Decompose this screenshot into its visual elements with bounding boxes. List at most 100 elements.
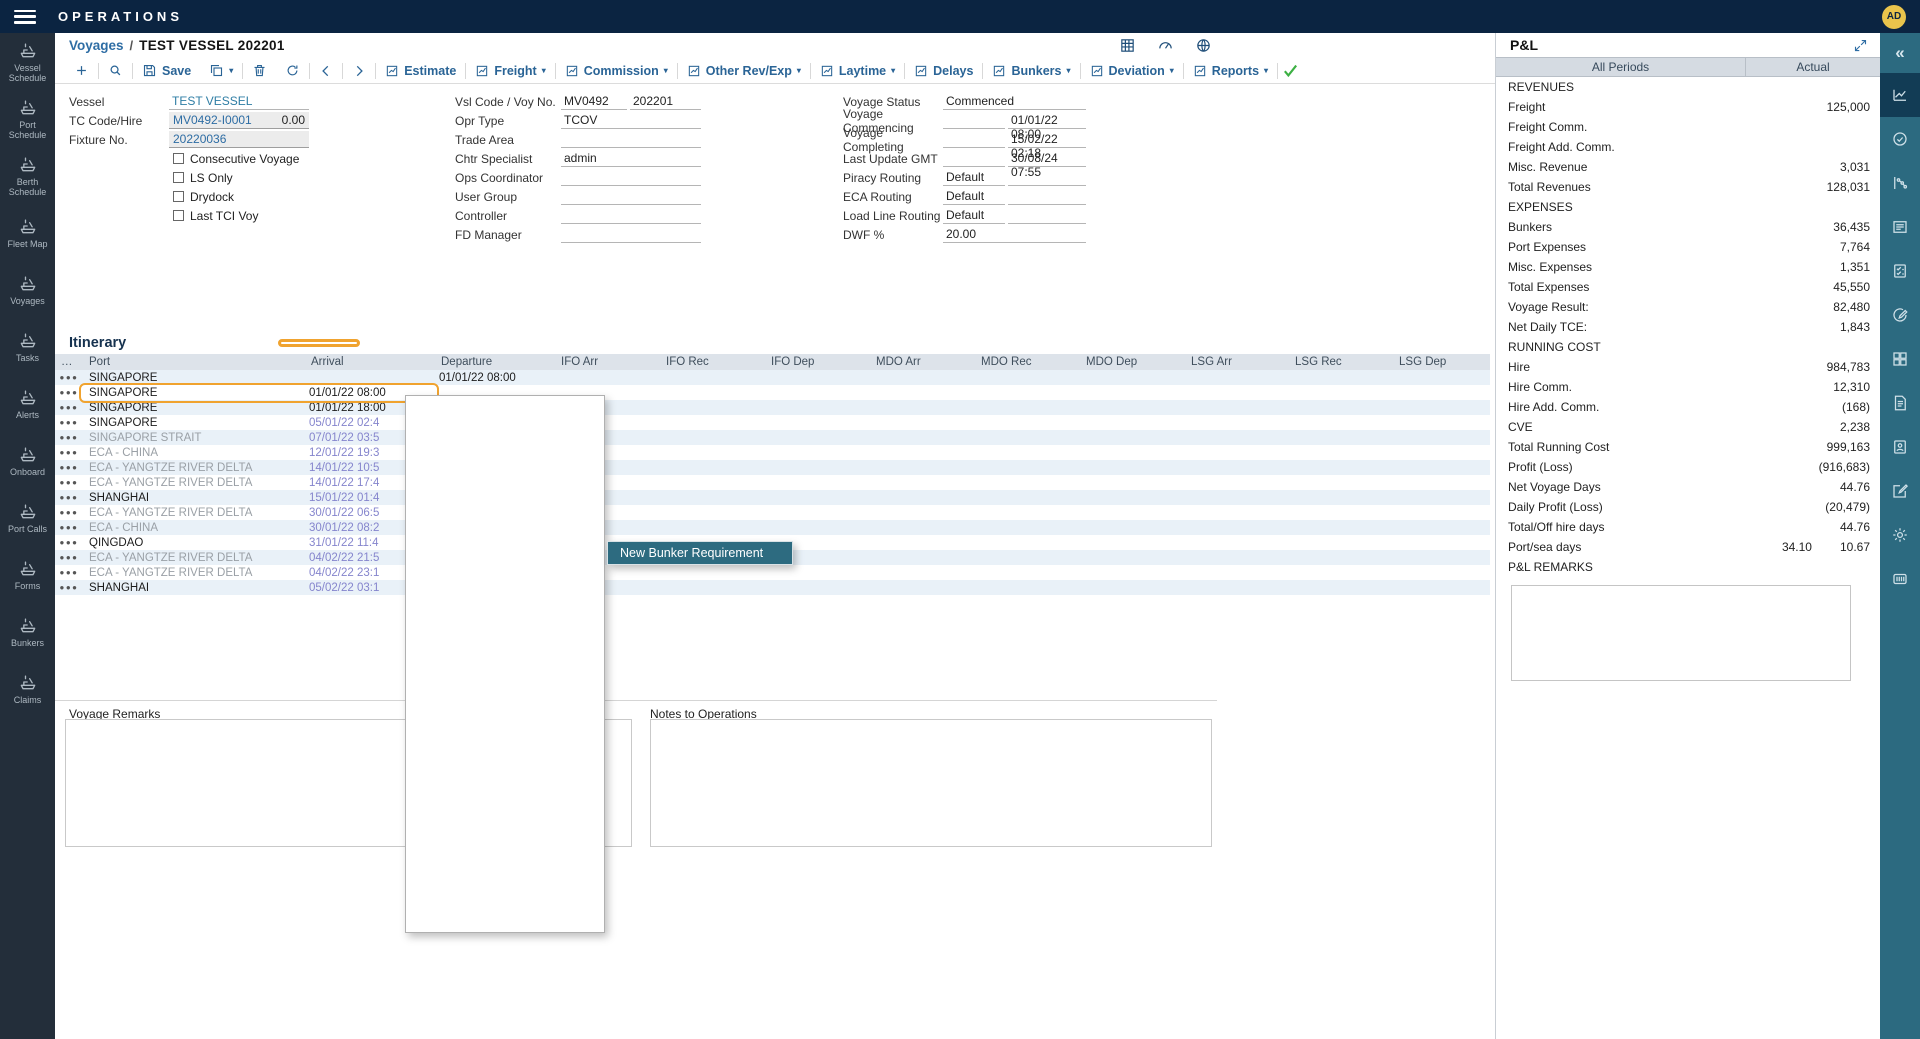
row-menu-icon[interactable]: ●●●: [55, 373, 83, 382]
compose-icon[interactable]: [1880, 469, 1920, 513]
field-value[interactable]: [943, 131, 1005, 148]
col-lsg-arr[interactable]: LSG Arr: [1185, 356, 1289, 368]
itinerary-row[interactable]: ●●● SINGAPORE 01/01/22 08:00: [55, 385, 1490, 400]
sidebar-item[interactable]: Port Calls: [0, 489, 55, 546]
context-menu-item[interactable]: [406, 576, 604, 598]
field-value[interactable]: 202201: [630, 93, 701, 110]
field-value[interactable]: [1008, 207, 1086, 224]
sidebar-item[interactable]: Port Schedule: [0, 90, 55, 147]
context-menu-item[interactable]: [406, 664, 604, 686]
context-menu-item[interactable]: [406, 906, 604, 928]
row-menu-icon[interactable]: ●●●: [55, 403, 83, 412]
row-menu-icon[interactable]: ●●●: [55, 553, 83, 562]
itinerary-row[interactable]: ●●● SHANGHAI 05/02/22 03:1: [55, 580, 1490, 595]
field-value[interactable]: admin: [561, 150, 701, 167]
toolbar-menu-button[interactable]: Freight ▾: [466, 64, 554, 78]
context-menu-item[interactable]: [406, 598, 604, 620]
col-ifo-arr[interactable]: IFO Arr: [555, 356, 660, 368]
context-menu-item[interactable]: [406, 422, 604, 444]
approve-circle-icon[interactable]: [1880, 117, 1920, 161]
delete-button[interactable]: [243, 63, 276, 78]
next-button[interactable]: [343, 64, 375, 78]
itinerary-row[interactable]: ●●● SHANGHAI 15/01/22 01:4: [55, 490, 1490, 505]
col-mdo-dep[interactable]: MDO Dep: [1080, 356, 1185, 368]
sidebar-item[interactable]: Alerts: [0, 375, 55, 432]
context-menu-item[interactable]: [406, 840, 604, 862]
port-cell[interactable]: SHANGHAI: [83, 492, 305, 504]
row-menu-icon[interactable]: ●●●: [55, 583, 83, 592]
checklist-icon[interactable]: [1880, 249, 1920, 293]
itinerary-row[interactable]: ●●● ECA - YANGTZE RIVER DELTA 04/02/22 2…: [55, 565, 1490, 580]
row-menu-icon[interactable]: ●●●: [55, 463, 83, 472]
fixture-field[interactable]: 20220036: [169, 131, 309, 148]
field-value[interactable]: TCOV: [561, 112, 701, 129]
user-avatar[interactable]: AD: [1882, 5, 1906, 29]
col-lsg-dep[interactable]: LSG Dep: [1393, 356, 1490, 368]
field-value[interactable]: Default: [943, 169, 1005, 186]
itinerary-row[interactable]: ●●● ECA - YANGTZE RIVER DELTA 14/01/22 1…: [55, 460, 1490, 475]
field-value[interactable]: [561, 207, 701, 224]
context-menu-item[interactable]: [406, 686, 604, 708]
port-cell[interactable]: SINGAPORE: [83, 402, 305, 414]
refresh-button[interactable]: [276, 63, 309, 78]
port-cell[interactable]: ECA - CHINA: [83, 447, 305, 459]
context-menu-item[interactable]: [406, 620, 604, 642]
search-button[interactable]: [99, 63, 132, 78]
sidebar-item[interactable]: Tasks: [0, 318, 55, 375]
row-menu-icon[interactable]: ●●●: [55, 568, 83, 577]
port-cell[interactable]: ECA - YANGTZE RIVER DELTA: [83, 462, 305, 474]
context-menu-item[interactable]: [406, 862, 604, 884]
field-value[interactable]: 01/01/22 08:00: [1008, 112, 1086, 129]
col-ifo-rec[interactable]: IFO Rec: [660, 356, 765, 368]
sidebar-item[interactable]: Berth Schedule: [0, 147, 55, 204]
sidebar-item[interactable]: Voyages: [0, 261, 55, 318]
context-menu-item[interactable]: [406, 400, 604, 422]
copy-button[interactable]: ▾: [200, 63, 242, 78]
col-departure[interactable]: Departure: [435, 356, 555, 368]
toolbar-menu-button[interactable]: Estimate ▾: [376, 64, 465, 78]
port-cell[interactable]: ECA - YANGTZE RIVER DELTA: [83, 477, 305, 489]
col-port[interactable]: Port: [83, 356, 305, 368]
context-menu-item[interactable]: [406, 730, 604, 752]
context-menu-item[interactable]: [406, 488, 604, 510]
context-menu-item[interactable]: [406, 444, 604, 466]
tab-actual[interactable]: Actual: [1746, 58, 1880, 76]
grid-view-icon[interactable]: [1119, 37, 1136, 54]
field-value[interactable]: [561, 169, 701, 186]
col-mdo-arr[interactable]: MDO Arr: [870, 356, 975, 368]
breadcrumb-section[interactable]: Voyages: [69, 38, 124, 53]
itinerary-row[interactable]: ●●● SINGAPORE 05/01/22 02:4: [55, 415, 1490, 430]
pnl-remarks-textarea[interactable]: [1511, 585, 1851, 681]
tc-code-field[interactable]: MV0492-I0001: [169, 112, 267, 129]
checkbox[interactable]: [173, 172, 184, 183]
toolbar-menu-button[interactable]: Commission ▾: [556, 64, 677, 78]
field-value[interactable]: [561, 188, 701, 205]
context-submenu-item[interactable]: New Bunker Requirement: [607, 541, 793, 565]
hamburger-menu-icon[interactable]: [14, 10, 36, 24]
gear-icon[interactable]: [1880, 513, 1920, 557]
expand-icon[interactable]: [1853, 38, 1868, 53]
itinerary-row[interactable]: ●●● SINGAPORE 01/01/22 08:00: [55, 370, 1490, 385]
row-menu-icon[interactable]: ●●●: [55, 508, 83, 517]
context-menu-item[interactable]: [406, 708, 604, 730]
context-menu-item[interactable]: [406, 554, 604, 576]
row-menu-icon[interactable]: ●●●: [55, 523, 83, 532]
field-value[interactable]: [561, 226, 701, 243]
checkbox[interactable]: [173, 191, 184, 202]
toolbar-menu-button[interactable]: Other Rev/Exp ▾: [678, 64, 810, 78]
departure-cell[interactable]: 01/01/22 08:00: [435, 372, 555, 384]
itinerary-row[interactable]: ●●● ECA - CHINA 30/01/22 08:2: [55, 520, 1490, 535]
itinerary-row[interactable]: ●●● SINGAPORE 01/01/22 18:00: [55, 400, 1490, 415]
save-button[interactable]: Save: [133, 63, 200, 78]
row-menu-icon[interactable]: ●●●: [55, 493, 83, 502]
document-icon[interactable]: [1880, 381, 1920, 425]
field-value[interactable]: [943, 112, 1005, 129]
field-value[interactable]: Commenced: [943, 93, 1086, 110]
port-cell[interactable]: ECA - CHINA: [83, 522, 305, 534]
row-menu-icon[interactable]: ●●●: [55, 448, 83, 457]
checkbox[interactable]: [173, 153, 184, 164]
prev-button[interactable]: [310, 64, 342, 78]
row-menu-icon[interactable]: ●●●: [55, 433, 83, 442]
sidebar-item[interactable]: Onboard: [0, 432, 55, 489]
field-value[interactable]: Default: [943, 207, 1005, 224]
